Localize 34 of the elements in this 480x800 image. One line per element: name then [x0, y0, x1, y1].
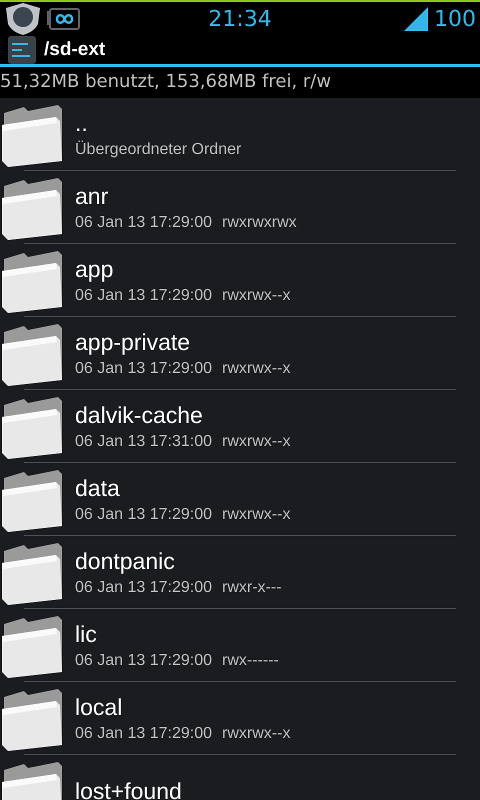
folder-name[interactable]: dontpanic: [75, 548, 282, 574]
storage-info-text: 51,32MB benutzt, 153,68MB frei, r/w: [0, 67, 480, 98]
infinity-icon: [46, 8, 80, 30]
signal-icon: [402, 7, 430, 31]
folder-name[interactable]: app: [75, 256, 290, 282]
folder-description: Übergeordneter Ordner: [75, 140, 242, 158]
permissions-text: rwxrwx--x: [222, 286, 290, 304]
clock-text: 21:34: [208, 6, 272, 32]
folder-name[interactable]: local: [75, 694, 290, 720]
battery-level-text: 100: [434, 6, 476, 32]
permissions-text: rwxr-x---: [222, 578, 282, 596]
folder-name[interactable]: lic: [75, 620, 279, 648]
permissions-text: rwxrwx--x: [222, 432, 290, 450]
folder-name[interactable]: anr: [75, 182, 297, 210]
modified-date: 06 Jan 13 17:29:00: [75, 360, 212, 378]
folder-path-title: /sd-ext: [44, 39, 106, 61]
folder-name[interactable]: app-private: [75, 328, 290, 356]
modified-date: 06 Jan 13 17:29:00: [75, 652, 212, 670]
modified-date: 06 Jan 13 17:29:00: [75, 578, 212, 596]
folder-name[interactable]: data: [75, 474, 290, 502]
modified-date: 06 Jan 13 17:29:00: [75, 506, 212, 524]
permissions-text: rwxrwx--x: [222, 506, 290, 524]
modified-date: 06 Jan 13 17:29:00: [75, 214, 212, 232]
permissions-text: rwxrwx--x: [222, 360, 290, 378]
folder-name[interactable]: ..: [75, 110, 242, 136]
shield-icon: [4, 2, 42, 36]
folder-name[interactable]: lost+found: [75, 778, 182, 800]
folder-name[interactable]: dalvik-cache: [75, 402, 290, 428]
modified-date: 06 Jan 13 17:31:00: [75, 432, 212, 450]
permissions-text: rwxrwxrwx: [222, 214, 297, 232]
permissions-text: rwxrwx--x: [222, 724, 290, 742]
permissions-text: rwx------: [222, 652, 279, 670]
modified-date: 06 Jan 13 17:29:00: [75, 286, 212, 304]
modified-date: 06 Jan 13 17:29:00: [75, 724, 212, 742]
